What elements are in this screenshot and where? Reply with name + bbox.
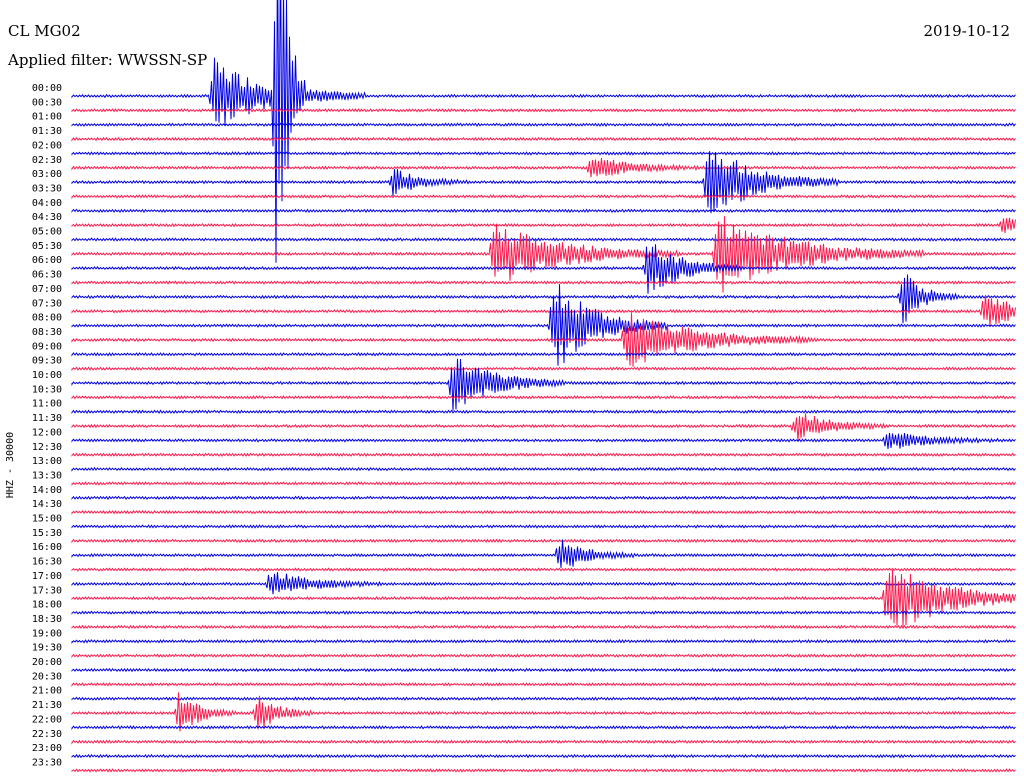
tick-label-layer: 00:00 00:30 01:00 01:30 02:00 02:30 03:00 03:30…: [32, 83, 62, 768]
tick-label: 18:30: [32, 614, 62, 625]
tick-label: 16:30: [32, 557, 62, 568]
trace-1000: [71, 358, 1016, 411]
trace-2000: [71, 667, 1016, 673]
tick-label: 20:00: [32, 657, 62, 668]
trace-0130: [71, 136, 1016, 142]
trace-1230: [71, 452, 1016, 457]
tick-label: 06:00: [32, 255, 62, 266]
trace-1500: [71, 524, 1016, 529]
tick-label: 19:00: [32, 628, 62, 639]
tick-label: 12:30: [32, 442, 62, 453]
tick-label: 20:30: [32, 671, 62, 682]
tick-label: 13:00: [32, 456, 62, 467]
trace-1400: [71, 495, 1016, 501]
tick-label: 22:00: [32, 714, 62, 725]
tick-label: 14:30: [32, 499, 62, 510]
tick-label: 03:30: [32, 183, 62, 194]
tick-label: 09:30: [32, 356, 62, 367]
trace-1200: [71, 432, 1016, 450]
trace-0200: [71, 151, 1016, 156]
helicorder-chart: 00:00 00:30 01:00 01:30 02:00 02:30 03:00 03:30…: [5, 0, 1016, 773]
trace-0530: [71, 216, 1016, 293]
trace-1530: [71, 538, 1016, 544]
tick-label: 01:30: [32, 126, 62, 137]
tick-label: 04:00: [32, 198, 62, 209]
tick-label: 18:00: [32, 600, 62, 611]
tick-label: 00:30: [32, 97, 62, 108]
trace-2300: [71, 753, 1016, 759]
tick-label: 15:30: [32, 528, 62, 539]
trace-1430: [71, 509, 1016, 515]
tick-label: 05:30: [32, 241, 62, 252]
trace-2200: [71, 725, 1016, 731]
tick-label: 11:00: [32, 399, 62, 410]
tick-label: 03:00: [32, 169, 62, 180]
trace-1030: [71, 395, 1016, 400]
trace-1630: [71, 567, 1016, 572]
tick-label: 08:30: [32, 327, 62, 338]
y-axis-label: HHZ - 30000: [5, 432, 16, 498]
trace-0630: [71, 280, 1016, 285]
tick-label: 10:00: [32, 370, 62, 381]
trace-layer: [71, 0, 1016, 773]
tick-label: 14:00: [32, 485, 62, 496]
tick-label: 07:00: [32, 284, 62, 295]
tick-label: 01:00: [32, 112, 62, 123]
trace-1830: [71, 624, 1016, 630]
tick-label: 02:30: [32, 155, 62, 166]
trace-2330: [71, 768, 1016, 773]
trace-1700: [71, 572, 1016, 595]
trace-1930: [71, 653, 1016, 659]
tick-label: 13:30: [32, 470, 62, 481]
tick-label: 23:00: [32, 743, 62, 754]
trace-1100: [71, 409, 1016, 414]
trace-2030: [71, 682, 1016, 688]
trace-0500: [71, 237, 1016, 242]
trace-1800: [71, 610, 1016, 615]
tick-label: 04:30: [32, 212, 62, 223]
tick-label: 16:00: [32, 542, 62, 553]
trace-2100: [71, 696, 1016, 701]
tick-label: 17:00: [32, 571, 62, 582]
trace-2230: [71, 739, 1016, 745]
tick-label: 23:30: [32, 757, 62, 768]
tick-label: 07:30: [32, 298, 62, 309]
trace-0730: [71, 294, 1016, 327]
trace-1130: [71, 413, 1016, 441]
tick-label: 17:30: [32, 585, 62, 596]
trace-0930: [71, 366, 1016, 372]
tick-label: 21:30: [32, 700, 62, 711]
trace-1600: [71, 539, 1016, 568]
trace-0100: [71, 122, 1016, 127]
tick-label: 06:30: [32, 270, 62, 281]
tick-label: 19:30: [32, 643, 62, 654]
trace-0900: [71, 352, 1016, 357]
tick-label: 15:00: [32, 514, 62, 525]
trace-1300: [71, 466, 1016, 472]
trace-0830: [71, 312, 1016, 367]
trace-0000: [71, 0, 1016, 263]
trace-1900: [71, 638, 1016, 644]
tick-label: 08:00: [32, 313, 62, 324]
tick-label: 09:00: [32, 341, 62, 352]
tick-label: 11:30: [32, 413, 62, 424]
trace-0330: [71, 194, 1016, 200]
trace-0230: [71, 157, 1016, 178]
trace-0430: [71, 217, 1016, 234]
tick-label: 22:30: [32, 729, 62, 740]
tick-label: 05:00: [32, 227, 62, 238]
tick-label: 21:00: [32, 686, 62, 697]
tick-label: 10:30: [32, 384, 62, 395]
tick-label: 12:00: [32, 427, 62, 438]
trace-0300: [71, 151, 1016, 214]
tick-label: 02:00: [32, 140, 62, 151]
trace-1730: [71, 569, 1016, 627]
trace-1330: [71, 481, 1016, 486]
trace-0400: [71, 208, 1016, 214]
tick-label: 00:00: [32, 83, 62, 94]
